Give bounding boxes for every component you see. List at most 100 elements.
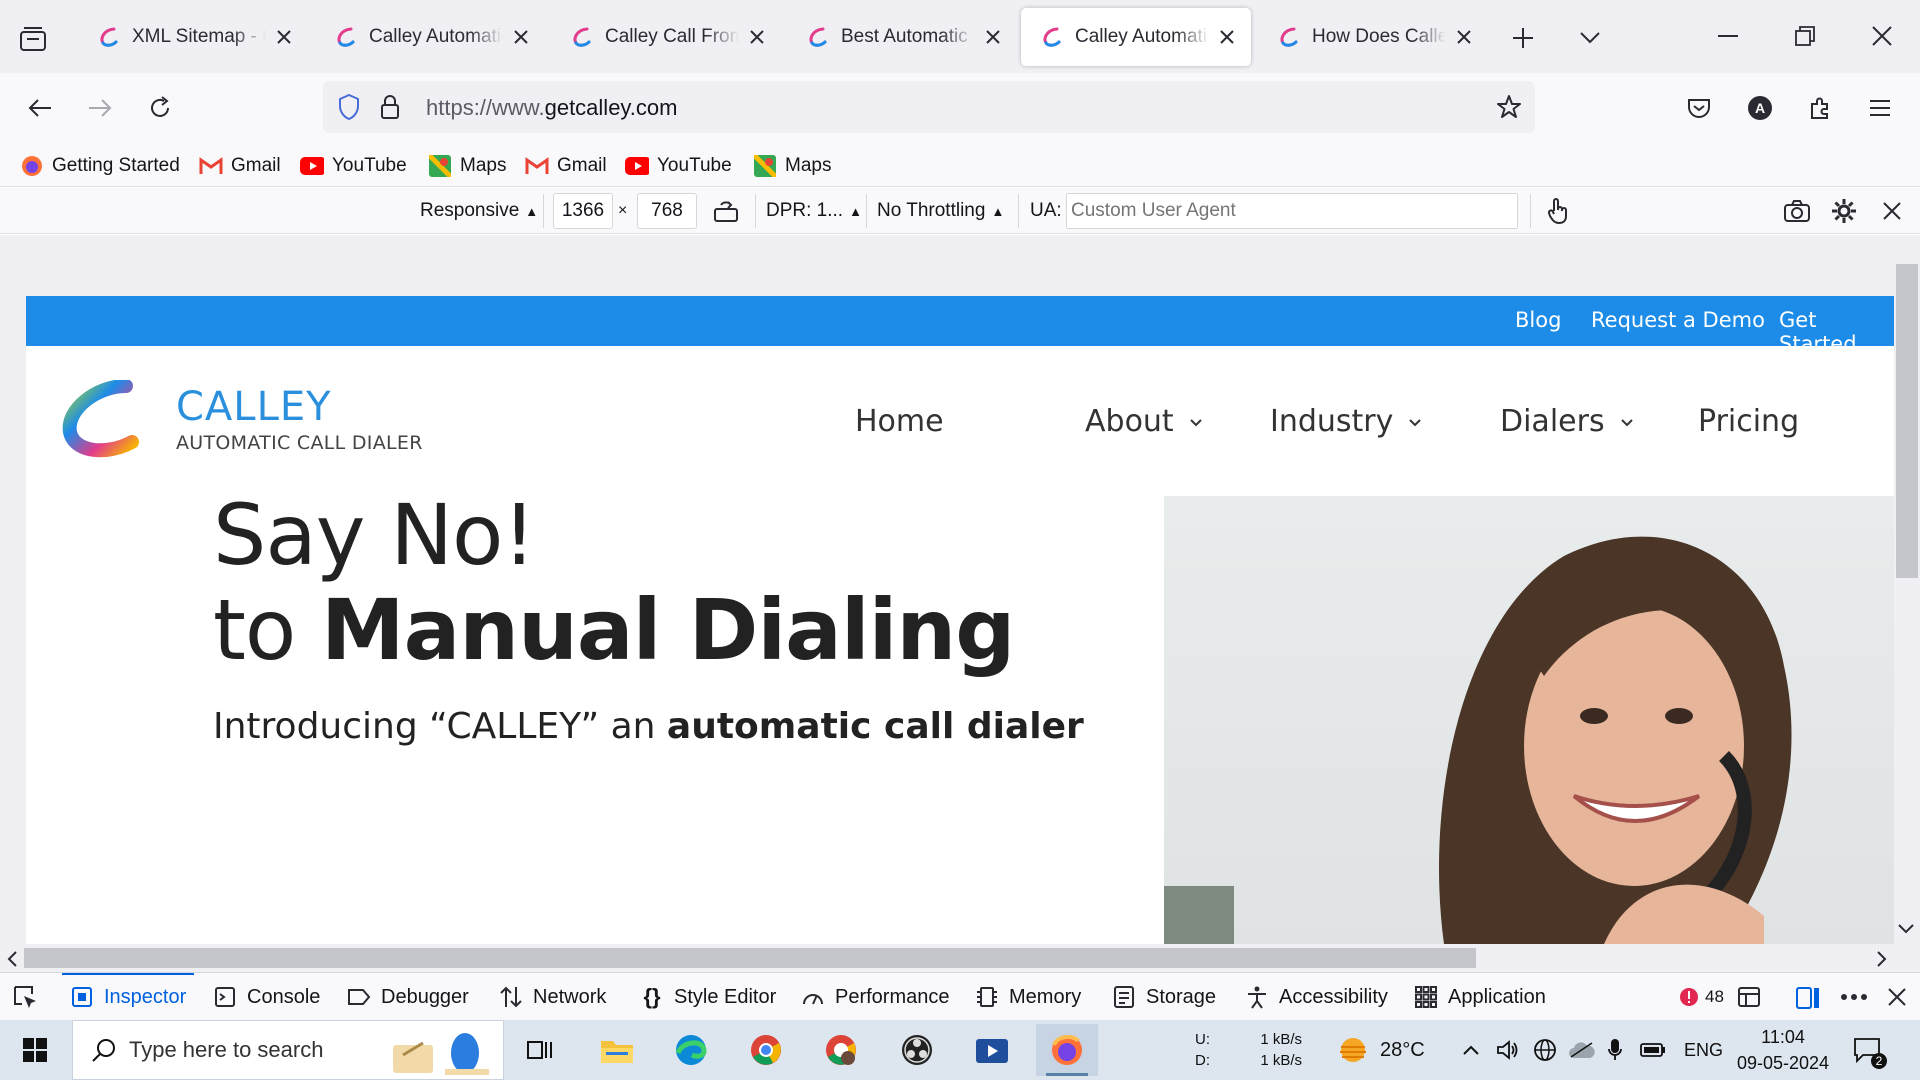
devtools-tab-application[interactable]: Application [1414, 973, 1546, 1021]
calley-logo-icon[interactable] [56, 380, 146, 460]
back-arrow-icon[interactable] [19, 87, 61, 129]
devtools-tab-network[interactable]: Network [499, 973, 606, 1021]
close-tab-icon[interactable] [981, 25, 1005, 49]
hamburger-menu-icon[interactable] [1859, 87, 1901, 129]
screenshot-camera-icon[interactable] [1783, 188, 1811, 234]
nav-pricing[interactable]: Pricing [1698, 404, 1799, 439]
browser-tab[interactable]: Calley Automatic [315, 8, 545, 66]
bookmark-maps[interactable]: Maps [753, 151, 831, 181]
nav-dialers[interactable]: Dialers [1500, 404, 1635, 439]
close-tab-icon[interactable] [745, 25, 769, 49]
taskbar-search-box[interactable]: Type here to search [72, 1020, 504, 1080]
scroll-left-arrow-icon[interactable] [6, 950, 18, 973]
show-hidden-icons-icon[interactable] [1462, 1020, 1480, 1080]
devtools-tab-inspector[interactable]: Inspector [61, 973, 195, 1021]
touch-simulation-icon[interactable] [1545, 188, 1571, 234]
volume-icon[interactable] [1496, 1020, 1520, 1080]
browser-tab-active[interactable]: Calley Automatic [1021, 8, 1251, 66]
reload-icon[interactable] [139, 87, 181, 129]
chrome-profile-icon[interactable] [810, 1024, 872, 1076]
scroll-down-arrow-icon[interactable] [1897, 922, 1915, 940]
bookmark-gmail[interactable]: Gmail [525, 151, 607, 181]
devtools-tab-console[interactable]: Console [213, 973, 320, 1021]
bookmark-maps[interactable]: Maps [428, 151, 506, 181]
close-tab-icon[interactable] [272, 25, 296, 49]
nav-about[interactable]: About [1085, 404, 1204, 439]
split-console-icon[interactable] [1737, 973, 1761, 1021]
browser-tab[interactable]: How Does Calley [1258, 8, 1488, 66]
blog-link[interactable]: Blog [1515, 308, 1561, 332]
more-options-icon[interactable] [1841, 973, 1867, 1021]
close-devtools-icon[interactable] [1888, 973, 1906, 1021]
chevron-down-icon [1620, 418, 1633, 426]
edge-icon[interactable] [660, 1024, 722, 1076]
browser-tab[interactable]: Best Automatic C [787, 8, 1017, 66]
restore-icon[interactable] [1775, 10, 1835, 62]
vertical-scrollbar-thumb[interactable] [1896, 264, 1918, 578]
address-bar[interactable]: https://www.getcalley.com [323, 81, 1535, 133]
tab-manager-icon[interactable] [14, 20, 52, 58]
chrome-icon[interactable] [735, 1024, 797, 1076]
horizontal-scrollbar-thumb[interactable] [24, 948, 1476, 968]
media-player-icon[interactable] [961, 1024, 1023, 1076]
account-avatar-icon[interactable]: A [1739, 87, 1781, 129]
bookmark-getting-started[interactable]: Getting Started [20, 151, 180, 181]
devtools-tab-performance[interactable]: Performance [801, 973, 950, 1021]
globe-network-icon[interactable] [1533, 1020, 1557, 1080]
dock-side-icon[interactable] [1795, 973, 1821, 1021]
dpr-selector[interactable]: DPR: 1... ▲︎ [766, 188, 862, 234]
browser-tab[interactable]: Calley Call From [551, 8, 781, 66]
onedrive-cloud-icon[interactable] [1568, 1020, 1596, 1080]
device-selector[interactable]: Responsive ▲︎ [420, 188, 538, 234]
weather-widget[interactable]: 28°C [1336, 1020, 1425, 1080]
user-agent-input[interactable] [1066, 193, 1518, 229]
notification-center[interactable]: 2 [1853, 1020, 1887, 1080]
devtools-tab-debugger[interactable]: Debugger [347, 973, 469, 1021]
nav-industry[interactable]: Industry [1270, 404, 1423, 439]
viewport-width-input[interactable]: 1366 [553, 193, 613, 229]
viewport-height-input[interactable]: 768 [637, 193, 697, 229]
bookmark-gmail[interactable]: Gmail [199, 151, 281, 181]
throttling-selector[interactable]: No Throttling ▲︎ [877, 188, 1004, 234]
nav-home[interactable]: Home [855, 404, 944, 439]
microphone-icon[interactable] [1607, 1020, 1623, 1080]
devtools-tab-style-editor[interactable]: {} Style Editor [640, 973, 776, 1021]
element-picker-icon[interactable] [12, 973, 38, 1021]
bookmark-youtube[interactable]: YouTube [300, 151, 407, 181]
windows-start-icon[interactable] [0, 1020, 70, 1080]
close-tab-icon[interactable] [1215, 25, 1239, 49]
error-count-badge[interactable]: 48 [1677, 973, 1724, 1021]
extensions-puzzle-icon[interactable] [1799, 87, 1841, 129]
bookmark-star-icon[interactable] [1495, 93, 1523, 121]
task-view-icon[interactable] [509, 1024, 571, 1076]
close-rdm-icon[interactable] [1883, 188, 1901, 234]
firefox-taskbar-icon[interactable] [1036, 1024, 1098, 1076]
close-tab-icon[interactable] [509, 25, 533, 49]
devtools-tab-accessibility[interactable]: Accessibility [1245, 973, 1388, 1021]
list-all-tabs-icon[interactable] [1570, 18, 1610, 58]
clock[interactable]: 11:04 09-05-2024 [1733, 1020, 1833, 1080]
battery-icon[interactable] [1640, 1020, 1666, 1080]
pocket-icon[interactable] [1678, 87, 1720, 129]
request-demo-link[interactable]: Request a Demo [1591, 308, 1765, 332]
language-indicator[interactable]: ENG [1684, 1020, 1723, 1080]
close-tab-icon[interactable] [1452, 25, 1476, 49]
devtools-tab-memory[interactable]: Memory [975, 973, 1081, 1021]
url-text[interactable]: https://www.getcalley.com [426, 95, 677, 121]
browser-tab[interactable]: XML Sitemap - C [78, 8, 308, 66]
file-explorer-icon[interactable] [586, 1024, 648, 1076]
rotate-viewport-icon[interactable] [713, 188, 739, 234]
braces-icon: {} [643, 984, 661, 1009]
tracking-protection-shield-icon[interactable] [335, 93, 363, 121]
forward-arrow-icon[interactable] [79, 87, 121, 129]
obs-studio-icon[interactable] [886, 1024, 948, 1076]
settings-gear-icon[interactable] [1831, 188, 1857, 234]
scroll-right-arrow-icon[interactable] [1876, 950, 1888, 973]
close-window-icon[interactable] [1852, 10, 1912, 62]
devtools-tab-storage[interactable]: Storage [1112, 973, 1216, 1021]
brand-name[interactable]: CALLEY [176, 384, 332, 430]
new-tab-icon[interactable] [1503, 18, 1543, 58]
minimize-icon[interactable] [1698, 10, 1758, 62]
bookmark-youtube[interactable]: YouTube [625, 151, 732, 181]
lock-icon[interactable] [376, 93, 404, 121]
